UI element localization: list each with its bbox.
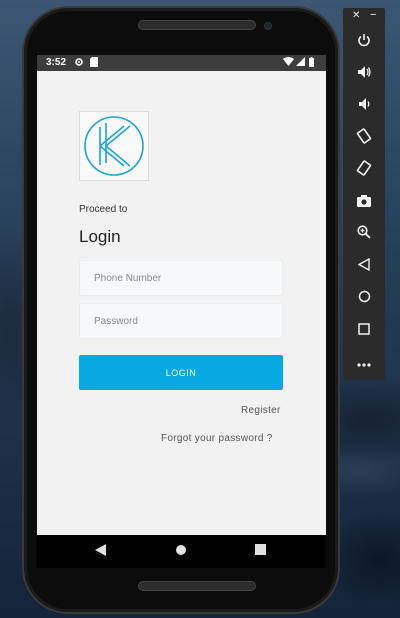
home-icon[interactable] [175, 544, 187, 559]
status-bar: 3:52 [37, 55, 326, 71]
register-link[interactable]: Register [241, 405, 281, 416]
navigation-bar [37, 535, 326, 568]
app-logo [79, 111, 149, 181]
emulator-toolbar: ✕ − [343, 8, 385, 380]
kk-logo-icon [84, 116, 144, 176]
password-input[interactable] [79, 303, 283, 339]
proceed-label: Proceed to [79, 204, 128, 215]
home-icon[interactable] [354, 288, 374, 308]
emulator-window-controls: ✕ − [343, 8, 385, 26]
login-button[interactable]: LOGIN [79, 355, 283, 390]
volume-up-icon[interactable] [354, 64, 374, 84]
top-speaker [138, 20, 256, 30]
volume-down-icon[interactable] [354, 96, 374, 116]
rotate-right-icon[interactable] [354, 160, 374, 180]
status-time: 3:52 [46, 57, 67, 68]
bottom-speaker [138, 581, 256, 591]
power-icon[interactable] [354, 32, 374, 52]
device-screen: 3:52 Proceed to Login LOGIN [37, 55, 326, 568]
close-icon[interactable]: ✕ [352, 10, 360, 21]
zoom-icon[interactable] [354, 224, 374, 244]
settings-icon [74, 57, 84, 70]
camera-icon[interactable] [354, 192, 374, 212]
recents-icon[interactable] [255, 544, 266, 558]
page-title: Login [79, 227, 121, 246]
forgot-password-link[interactable]: Forgot your password ? [161, 433, 273, 444]
more-icon[interactable] [354, 352, 374, 372]
back-icon[interactable] [95, 544, 106, 559]
overview-icon[interactable] [354, 320, 374, 340]
rotate-left-icon[interactable] [354, 128, 374, 148]
phone-number-input[interactable] [79, 260, 283, 296]
back-icon[interactable] [354, 256, 374, 276]
sd-card-icon [90, 57, 98, 70]
battery-icon [309, 57, 314, 70]
front-camera [264, 22, 272, 30]
signal-icon [296, 57, 305, 69]
minimize-icon[interactable]: − [370, 9, 376, 21]
wifi-icon [283, 57, 294, 69]
